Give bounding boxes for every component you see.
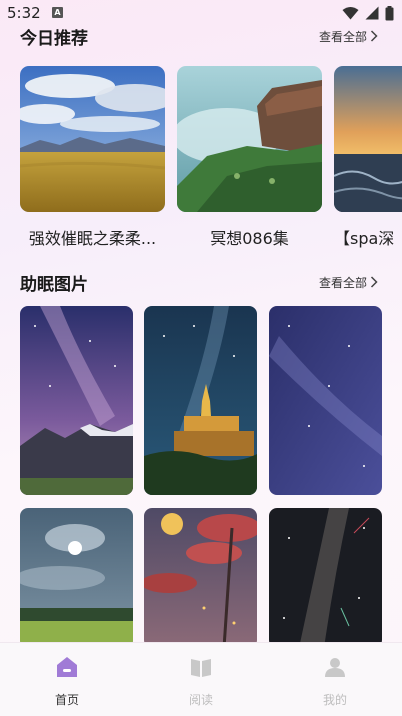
chevron-right-icon bbox=[370, 276, 378, 288]
gallery-see-all-label: 查看全部 bbox=[318, 275, 367, 290]
gallery-header: 助眠图片 查看全部 bbox=[20, 270, 378, 295]
gallery-title: 助眠图片 bbox=[20, 274, 88, 295]
gallery-tile[interactable] bbox=[269, 306, 382, 495]
recommend-header: 今日推荐 查看全部 bbox=[20, 24, 378, 49]
milky-way-mountain-image bbox=[20, 306, 133, 495]
status-time: 5:32 bbox=[7, 4, 41, 22]
recommend-card[interactable]: 冥想086集 bbox=[177, 66, 322, 249]
gallery-tile[interactable] bbox=[144, 508, 257, 648]
grassland-image bbox=[20, 66, 165, 212]
milky-way-dark-image bbox=[269, 508, 382, 648]
recommend-card-label: 强效催眠之柔柔... bbox=[28, 229, 157, 248]
book-icon bbox=[191, 659, 211, 677]
castle-night-image bbox=[144, 306, 257, 495]
gallery-tile[interactable] bbox=[144, 306, 257, 495]
recommend-title: 今日推荐 bbox=[20, 28, 88, 49]
sunset-sea-image bbox=[334, 66, 402, 212]
moon-field-image bbox=[20, 508, 133, 648]
cliff-image bbox=[177, 66, 322, 212]
chevron-right-icon bbox=[370, 30, 378, 42]
tab-home[interactable]: 首页 bbox=[27, 655, 107, 708]
signal-icon bbox=[365, 6, 379, 20]
gallery-tile[interactable] bbox=[20, 508, 133, 648]
notification-icon: A bbox=[52, 7, 63, 18]
status-bar: 5:32 A bbox=[0, 0, 402, 26]
recommend-see-all-link[interactable]: 查看全部 bbox=[319, 28, 378, 45]
recommend-card-label: 【spa深 bbox=[334, 229, 395, 248]
battery-icon bbox=[385, 5, 394, 20]
recommend-card[interactable]: 强效催眠之柔柔... bbox=[20, 66, 165, 249]
recommend-card[interactable]: 【spa深 bbox=[334, 66, 402, 249]
wifi-icon bbox=[342, 7, 359, 20]
tab-read[interactable]: 阅读 bbox=[161, 655, 241, 708]
gallery-tile[interactable] bbox=[20, 306, 133, 495]
bottom-tab-bar: 首页 阅读 我的 bbox=[0, 642, 402, 716]
tab-profile-label: 我的 bbox=[322, 693, 347, 707]
tab-profile[interactable]: 我的 bbox=[295, 655, 375, 708]
status-icons bbox=[342, 5, 394, 21]
home-icon bbox=[57, 657, 77, 677]
recommend-see-all-label: 查看全部 bbox=[318, 29, 367, 44]
gallery-see-all-link[interactable]: 查看全部 bbox=[319, 274, 378, 291]
recommend-card-label: 冥想086集 bbox=[210, 229, 289, 248]
tab-read-label: 阅读 bbox=[188, 693, 213, 707]
red-tree-moon-image bbox=[144, 508, 257, 648]
person-icon bbox=[325, 658, 345, 677]
tab-home-label: 首页 bbox=[54, 693, 79, 707]
starry-sky-image bbox=[269, 306, 382, 495]
recommend-carousel[interactable]: 强效催眠之柔柔... 冥想086集 【spa深 bbox=[20, 66, 402, 256]
gallery-tile[interactable] bbox=[269, 508, 382, 648]
